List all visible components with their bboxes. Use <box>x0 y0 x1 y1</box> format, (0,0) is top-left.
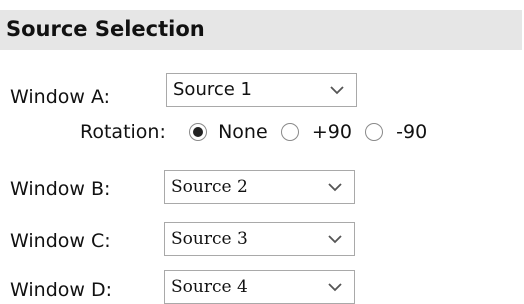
chevron-down-icon <box>328 283 342 292</box>
window-b-label: Window B: <box>10 178 111 200</box>
window-c-selected-value: Source 3 <box>171 229 248 249</box>
window-a-source-select[interactable]: Source 1 <box>166 73 357 107</box>
rotation-none-radio[interactable] <box>188 123 207 141</box>
rotation-plus90-radio[interactable] <box>280 123 299 141</box>
section-header: Source Selection <box>0 10 522 50</box>
rotation-option-minus90[interactable]: -90 <box>365 121 427 143</box>
rotation-minus90-radio[interactable] <box>365 123 384 141</box>
chevron-down-icon <box>328 235 342 244</box>
rotation-option-plus90[interactable]: +90 <box>280 121 360 143</box>
rotation-label: Rotation: <box>80 121 166 143</box>
window-c-label: Window C: <box>10 230 111 252</box>
window-c-source-select[interactable]: Source 3 <box>164 222 355 256</box>
window-d-selected-value: Source 4 <box>171 277 248 297</box>
rotation-radio-group: Rotation: None +90 -90 <box>80 121 427 149</box>
section-title: Source Selection <box>6 17 205 41</box>
rotation-none-label: None <box>218 121 268 143</box>
window-b-selected-value: Source 2 <box>171 177 248 197</box>
rotation-plus90-label: +90 <box>311 121 352 143</box>
window-b-source-select[interactable]: Source 2 <box>164 170 355 204</box>
window-d-source-select[interactable]: Source 4 <box>164 270 355 304</box>
window-a-label: Window A: <box>10 86 111 108</box>
window-a-selected-value: Source 1 <box>173 79 252 100</box>
rotation-minus90-label: -90 <box>396 121 428 143</box>
chevron-down-icon <box>328 183 342 192</box>
rotation-option-none[interactable]: None <box>188 121 276 143</box>
chevron-down-icon <box>330 86 344 95</box>
window-d-label: Window D: <box>10 279 112 301</box>
